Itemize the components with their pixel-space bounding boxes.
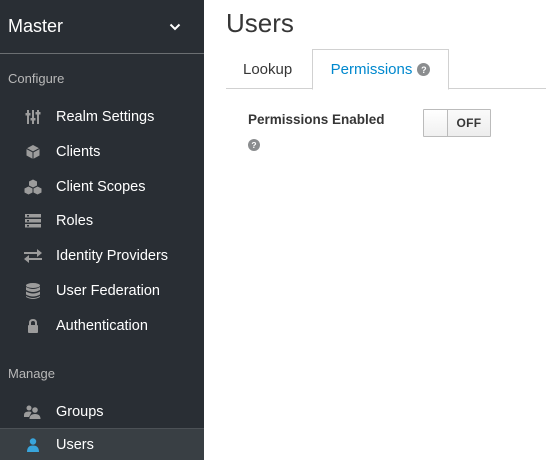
tab-permissions[interactable]: Permissions ? <box>312 49 449 90</box>
chevron-down-icon <box>168 20 182 34</box>
section-label-manage: Manage <box>8 366 55 381</box>
permissions-enabled-help: ? <box>248 135 260 153</box>
sidebar-item-label: Identity Providers <box>56 247 169 264</box>
toggle-state-text: OFF <box>456 116 482 130</box>
tab-lookup[interactable]: Lookup <box>226 49 309 89</box>
tab-bar: Lookup Permissions ? <box>226 49 546 90</box>
database-icon <box>24 282 42 299</box>
section-label-configure: Configure <box>8 71 65 86</box>
permissions-enabled-label: Permissions Enabled <box>248 112 385 127</box>
sidebar-item-label: Users <box>56 436 94 453</box>
exchange-icon <box>24 248 42 264</box>
tab-label: Lookup <box>243 60 293 78</box>
user-icon <box>24 437 42 453</box>
cube-icon <box>24 144 42 160</box>
sidebar-item-label: User Federation <box>56 282 160 299</box>
lock-icon <box>24 318 42 334</box>
sidebar-item-groups[interactable]: Groups <box>0 394 204 429</box>
sidebar-item-identity-providers[interactable]: Identity Providers <box>0 238 204 273</box>
realm-name: Master <box>8 16 64 36</box>
sidebar-item-realm-settings[interactable]: Realm Settings <box>0 99 204 134</box>
permissions-enabled-toggle[interactable]: OFF <box>423 109 491 137</box>
sidebar-item-authentication[interactable]: Authentication <box>0 308 204 343</box>
realm-selector[interactable]: Master <box>0 0 204 54</box>
sidebar-item-user-federation[interactable]: User Federation <box>0 273 204 308</box>
help-icon[interactable]: ? <box>248 139 260 151</box>
sliders-icon <box>24 109 42 125</box>
sidebar: Master Configure Realm Settings Clients … <box>0 0 204 460</box>
sidebar-item-label: Client Scopes <box>56 178 146 195</box>
users-icon <box>24 404 42 420</box>
main-content: Users Lookup Permissions ? Permissions E… <box>204 0 546 460</box>
cubes-icon <box>24 179 42 195</box>
sidebar-item-label: Authentication <box>56 317 148 334</box>
sidebar-item-roles[interactable]: Roles <box>0 203 204 238</box>
help-icon[interactable]: ? <box>417 63 431 76</box>
sidebar-item-clients[interactable]: Clients <box>0 134 204 169</box>
sidebar-item-label: Roles <box>56 212 94 229</box>
toggle-handle <box>424 110 448 136</box>
page-title: Users <box>226 8 294 38</box>
sidebar-item-users[interactable]: Users <box>0 428 204 460</box>
tab-label: Permissions <box>330 61 413 78</box>
sidebar-item-label: Realm Settings <box>56 108 155 125</box>
list-icon <box>24 213 42 229</box>
sidebar-item-label: Groups <box>56 403 104 420</box>
sidebar-item-label: Clients <box>56 143 101 160</box>
sidebar-item-client-scopes[interactable]: Client Scopes <box>0 169 204 204</box>
